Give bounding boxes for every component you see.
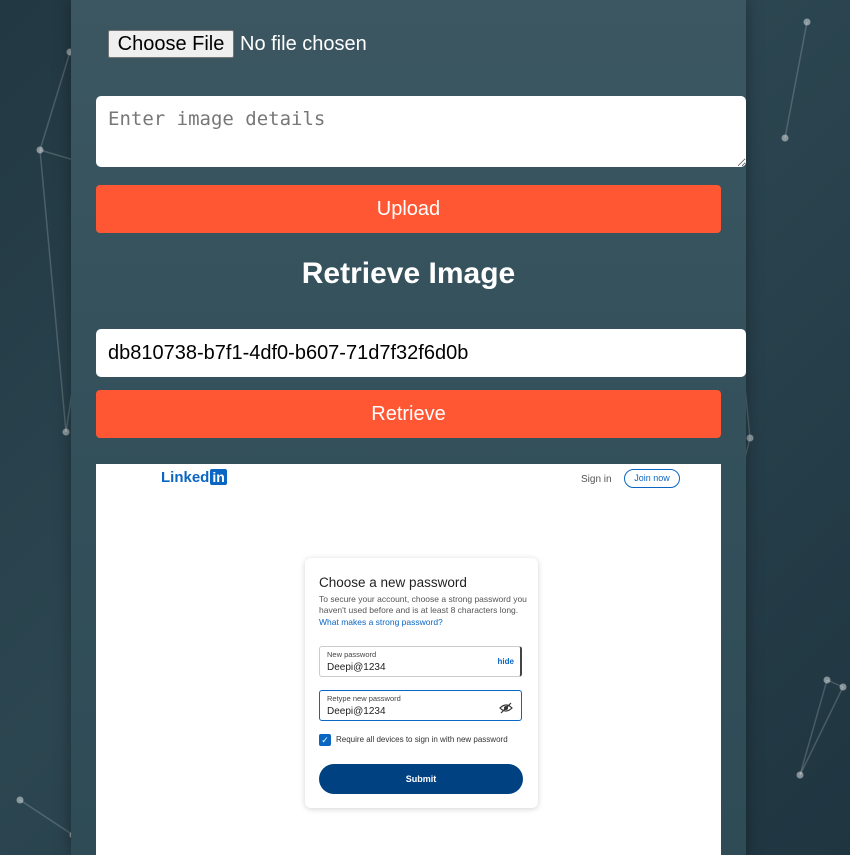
network-node: [823, 676, 831, 684]
upload-button[interactable]: Upload: [96, 185, 721, 233]
join-now-button: Join now: [624, 469, 680, 488]
choose-file-button[interactable]: Choose File: [108, 30, 234, 58]
network-link: [39, 149, 67, 433]
retype-password-field: Retype new password Deepi@1234: [319, 690, 522, 721]
network-node: [62, 428, 70, 436]
network-node: [746, 434, 754, 442]
new-password-label: New password: [327, 650, 377, 659]
image-id-input[interactable]: [96, 329, 746, 377]
card-description: To secure your account, choose a strong …: [319, 594, 527, 615]
network-link: [784, 21, 808, 139]
require-devices-label: Require all devices to sign in with new …: [336, 735, 508, 744]
sign-in-link: Sign in: [581, 474, 612, 485]
strong-password-link: What makes a strong password?: [319, 617, 443, 627]
password-card: Choose a new password To secure your acc…: [305, 558, 538, 808]
network-node: [796, 771, 804, 779]
new-password-field: New password Deepi@1234 hide: [319, 646, 522, 677]
network-node: [839, 683, 847, 691]
retrieve-button[interactable]: Retrieve: [96, 390, 721, 438]
card-title: Choose a new password: [319, 575, 467, 590]
network-link: [39, 51, 71, 151]
retrieve-heading: Retrieve Image: [301, 257, 516, 290]
logo-box: in: [210, 469, 227, 485]
eye-slash-icon: [499, 702, 513, 714]
checkbox-checked-icon: ✓: [319, 734, 331, 746]
network-node: [16, 796, 24, 804]
linkedin-logo: Linked in: [161, 469, 227, 486]
network-node: [36, 146, 44, 154]
submit-button: Submit: [319, 764, 523, 794]
new-password-value: Deepi@1234: [327, 662, 386, 673]
hide-toggle: hide: [497, 657, 514, 666]
image-details-input[interactable]: [96, 96, 746, 167]
network-node: [803, 18, 811, 26]
network-link: [19, 799, 74, 836]
retype-password-label: Retype new password: [327, 694, 401, 703]
network-node: [781, 134, 789, 142]
logo-text: Linked: [161, 469, 210, 486]
file-status-text: No file chosen: [240, 33, 367, 55]
retype-password-value: Deepi@1234: [327, 706, 386, 717]
retrieved-image: Linked in Sign in Join now Choose a new p…: [96, 464, 721, 855]
